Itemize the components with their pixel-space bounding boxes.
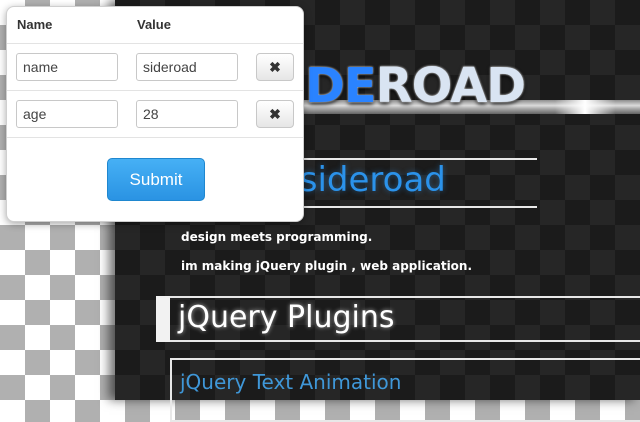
key-value-popup: Name Value name sideroad ✖ age 28 ✖ Subm… — [6, 6, 304, 222]
logo-bar-shine — [555, 100, 615, 114]
logo-text-white: ROAD — [375, 58, 526, 114]
close-icon: ✖ — [269, 106, 281, 122]
close-icon: ✖ — [269, 59, 281, 75]
logo-text-blue: DE — [305, 58, 377, 114]
column-header-value: Value — [137, 17, 171, 32]
value-input[interactable]: 28 — [136, 100, 238, 128]
delete-row-button[interactable]: ✖ — [256, 100, 294, 128]
divider — [7, 90, 303, 91]
tagline-1: design meets programming. — [181, 230, 373, 244]
site-logo[interactable]: DEROAD — [305, 58, 526, 114]
delete-row-button[interactable]: ✖ — [256, 53, 294, 81]
divider — [7, 137, 303, 138]
name-input[interactable]: name — [16, 53, 118, 81]
plugin-title-link[interactable]: jQuery Text Animation — [180, 370, 401, 394]
submit-button[interactable]: Submit — [107, 158, 205, 201]
column-header-name: Name — [17, 17, 53, 32]
tagline-2: im making jQuery plugin , web applicatio… — [181, 259, 473, 273]
section-title: jQuery Plugins — [178, 300, 395, 335]
divider — [7, 43, 303, 44]
value-input[interactable]: sideroad — [136, 53, 238, 81]
section-accent — [156, 296, 170, 342]
name-input[interactable]: age — [16, 100, 118, 128]
